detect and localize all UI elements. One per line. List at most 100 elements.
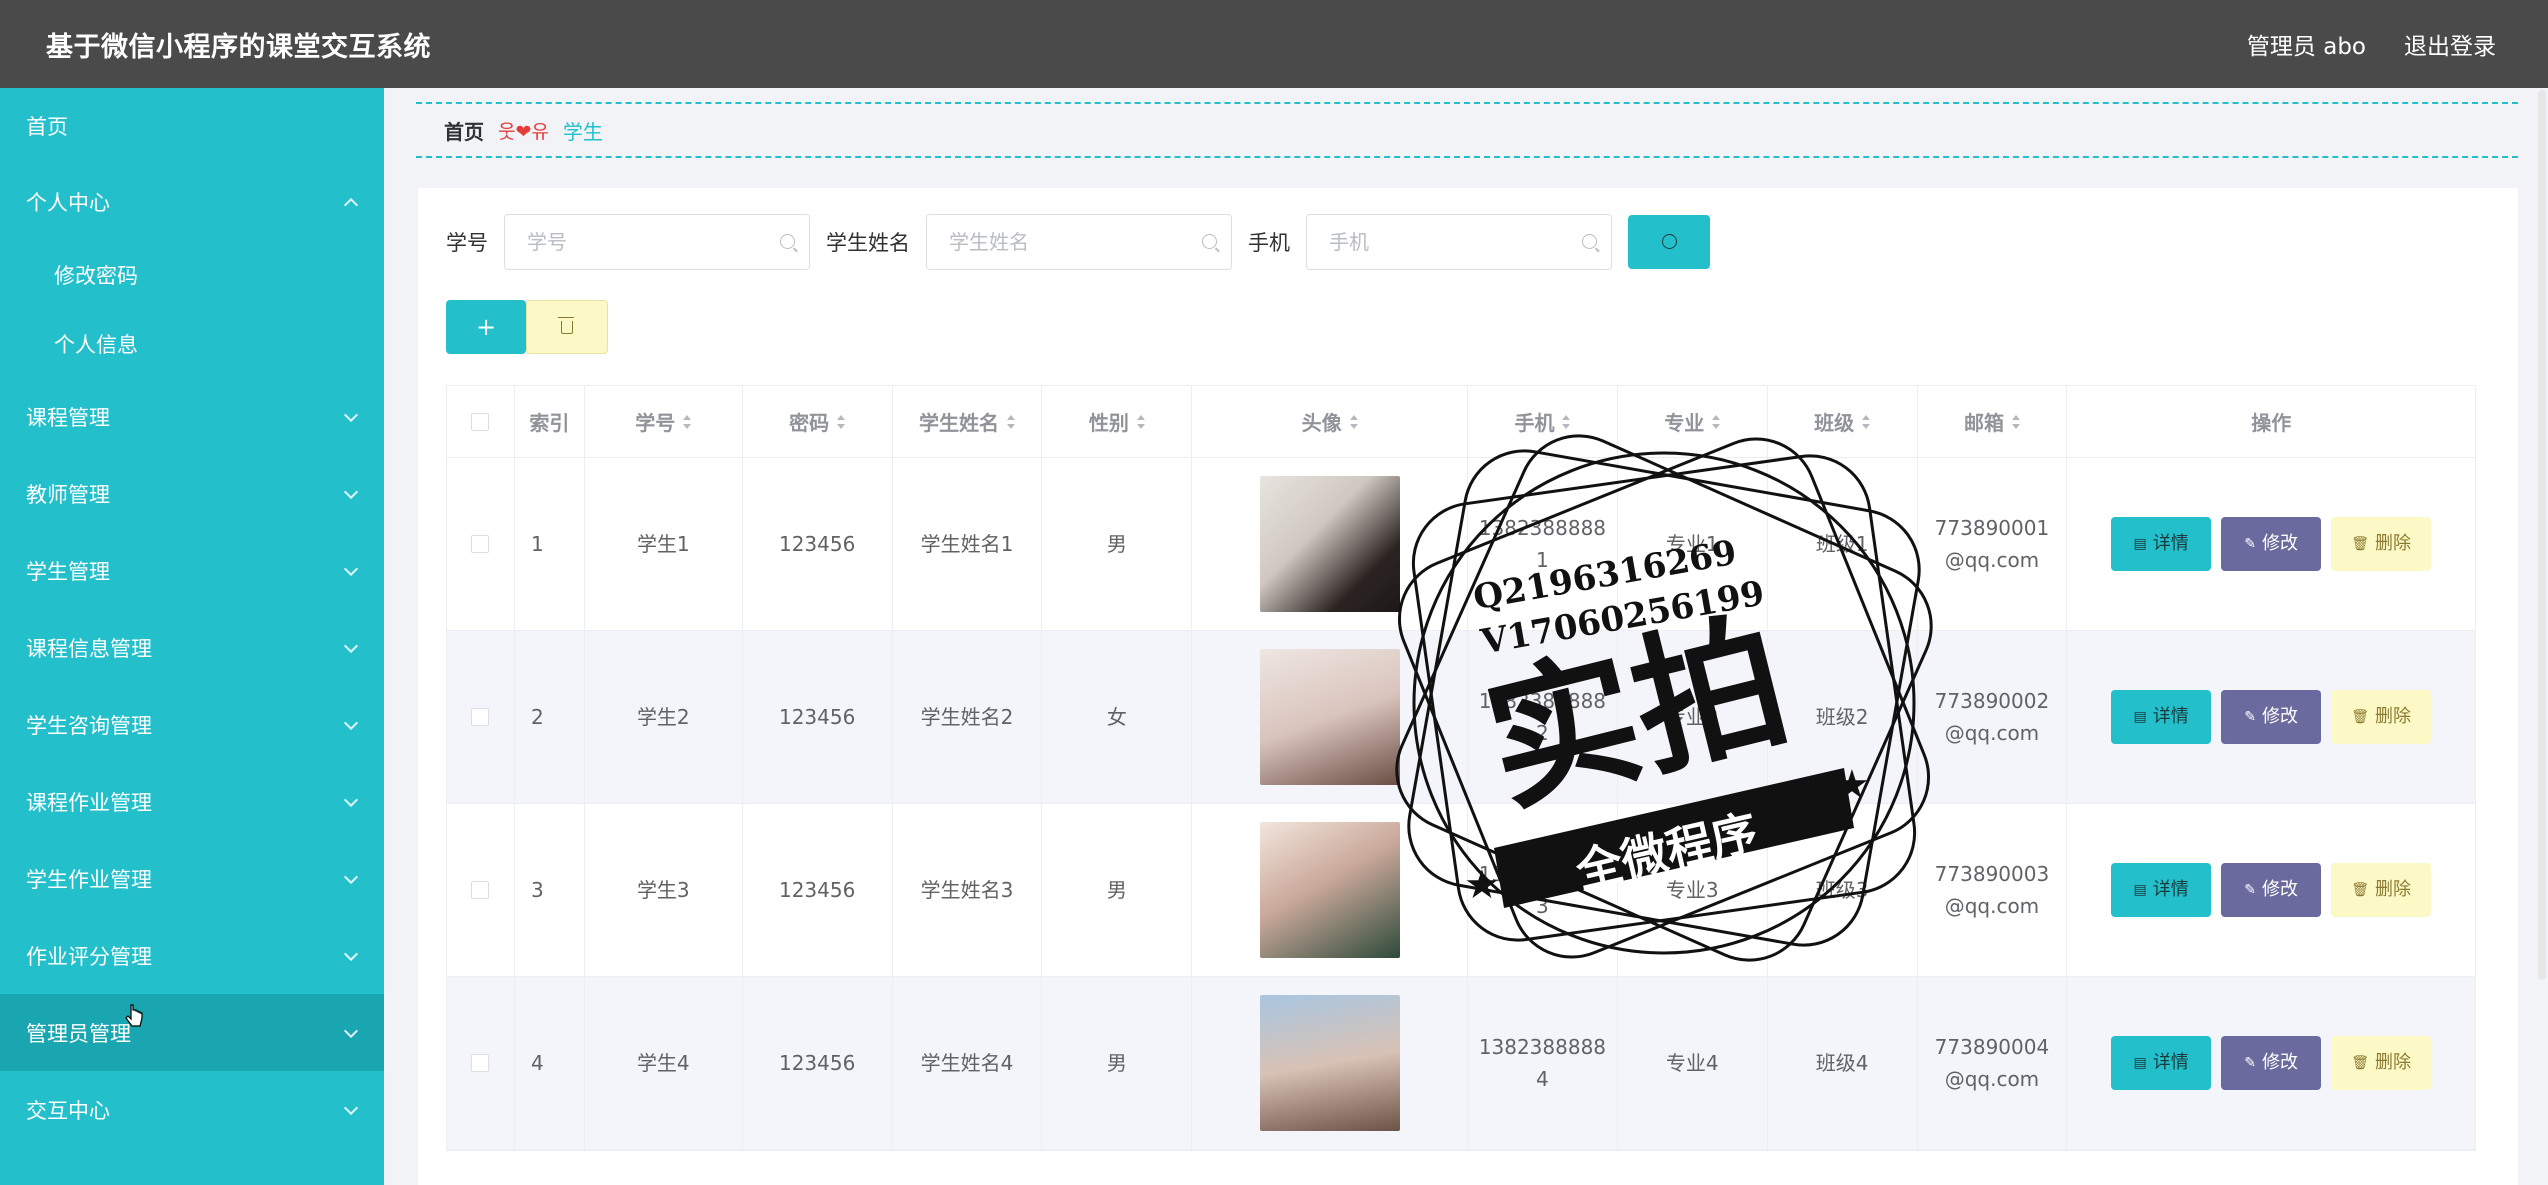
sort-icon[interactable] <box>1007 414 1015 429</box>
mouse-pointer-icon <box>125 1004 143 1027</box>
column-header-student-no[interactable]: 学号 <box>585 386 743 457</box>
sort-icon[interactable] <box>2012 414 2021 429</box>
detail-button[interactable]: ▤ 详情 <box>2111 690 2212 744</box>
sidebar-subitem-personal-info[interactable]: 个人信息 <box>0 309 384 378</box>
column-header-password[interactable]: 密码 <box>743 386 893 457</box>
search-button[interactable] <box>1628 215 1710 269</box>
chevron-down-icon <box>343 407 359 422</box>
current-user[interactable]: 管理员 abo <box>2247 27 2366 61</box>
row-checkbox[interactable] <box>471 1054 490 1072</box>
cell-index: 2 <box>515 631 585 803</box>
action-toolbar: + <box>446 300 608 354</box>
cell-student-no: 学生2 <box>585 631 743 803</box>
delete-button[interactable]: 🗑 删除 <box>2331 690 2432 744</box>
sidebar-item-admin-management[interactable]: 管理员管理 <box>0 994 384 1071</box>
top-bar: 基于微信小程序的课堂交互系统 管理员 abo 退出登录 <box>0 0 2548 88</box>
sidebar-item-interaction-center[interactable]: 交互中心 <box>0 1071 384 1148</box>
sidebar-item-label: 课程作业管理 <box>26 790 152 815</box>
cell-class: 班级2 <box>1768 631 1918 803</box>
detail-button-label: 详情 <box>2152 533 2189 554</box>
column-header-actions: 操作 <box>2067 386 2475 457</box>
sidebar-item-teacher-management[interactable]: 教师管理 <box>0 455 384 532</box>
sort-icon[interactable] <box>1136 414 1145 429</box>
sort-icon[interactable] <box>683 414 692 429</box>
delete-button[interactable]: 🗑 删除 <box>2331 863 2432 917</box>
column-header-label: 学号 <box>635 411 676 435</box>
detail-button[interactable]: ▤ 详情 <box>2111 517 2212 571</box>
cell-phone: 1382388888 3 <box>1468 804 1618 976</box>
chevron-down-icon <box>343 1100 359 1115</box>
sort-icon[interactable] <box>1562 414 1571 429</box>
sidebar-item-course-info-management[interactable]: 课程信息管理 <box>0 609 384 686</box>
edit-button[interactable]: ✎ 修改 <box>2221 517 2322 571</box>
sidebar-item-student-consult-management[interactable]: 学生咨询管理 <box>0 686 384 763</box>
edit-button-label: 修改 <box>2262 879 2299 900</box>
sidebar-item-student-homework-management[interactable]: 学生作业管理 <box>0 840 384 917</box>
cell-email: 773890004 @qq.com <box>1918 977 2068 1149</box>
select-all-checkbox[interactable] <box>471 412 490 431</box>
sort-icon[interactable] <box>1349 414 1358 429</box>
breadcrumb: 首页 웃❤유 学生 <box>416 102 2518 158</box>
sidebar-item-course-management[interactable]: 课程管理 <box>0 378 384 455</box>
column-header-student-name[interactable]: 学生姓名 <box>893 386 1043 457</box>
sidebar-item-label: 课程信息管理 <box>26 636 152 661</box>
sidebar-item-label: 管理员管理 <box>26 1021 131 1046</box>
cell-student-name: 学生姓名1 <box>893 458 1043 630</box>
edit-button[interactable]: ✎ 修改 <box>2221 1036 2322 1090</box>
sidebar-item-personal-center[interactable]: 个人中心 <box>0 163 384 240</box>
avatar[interactable] <box>1259 995 1400 1131</box>
breadcrumb-current: 学生 <box>562 119 603 144</box>
sort-icon[interactable] <box>1712 414 1721 429</box>
sidebar-subitem-change-password[interactable]: 修改密码 <box>0 240 384 309</box>
avatar[interactable] <box>1259 822 1400 958</box>
edit-button[interactable]: ✎ 修改 <box>2221 863 2322 917</box>
cell-avatar <box>1192 631 1468 803</box>
detail-button[interactable]: ▤ 详情 <box>2111 1036 2212 1090</box>
sidebar-item-student-management[interactable]: 学生管理 <box>0 532 384 609</box>
student-no-input[interactable] <box>505 215 809 269</box>
pencil-icon: ✎ <box>2244 536 2257 552</box>
cell-gender: 男 <box>1042 804 1193 976</box>
cell-student-name: 学生姓名3 <box>893 804 1043 976</box>
sidebar-item-homework-grading-management[interactable]: 作业评分管理 <box>0 917 384 994</box>
page-scrollbar[interactable] <box>2538 90 2546 980</box>
sidebar-item-label: 学生管理 <box>26 559 110 584</box>
table-row: 3 学生3 123456 学生姓名3 男 1382388888 3 专业3 班级3 773890… <box>447 804 2475 977</box>
sidebar-item-home[interactable]: 首页 <box>0 88 384 163</box>
cell-password: 123456 <box>743 977 893 1149</box>
add-button[interactable]: + <box>446 300 526 354</box>
cell-index: 3 <box>515 804 585 976</box>
sidebar-item-course-homework-management[interactable]: 课程作业管理 <box>0 763 384 840</box>
breadcrumb-home[interactable]: 首页 <box>444 116 484 145</box>
delete-button[interactable]: 🗑 删除 <box>2331 517 2432 571</box>
column-header-label: 性别 <box>1088 411 1129 435</box>
chevron-down-icon <box>343 869 359 884</box>
column-header-avatar[interactable]: 头像 <box>1192 386 1469 457</box>
column-header-class[interactable]: 班级 <box>1768 386 1918 457</box>
batch-delete-button[interactable] <box>526 300 608 354</box>
column-header-major[interactable]: 专业 <box>1618 386 1768 457</box>
sort-icon[interactable] <box>1862 414 1871 429</box>
student-name-input[interactable] <box>927 215 1231 269</box>
column-header-gender[interactable]: 性别 <box>1042 386 1193 457</box>
edit-button[interactable]: ✎ 修改 <box>2221 690 2322 744</box>
column-header-label: 班级 <box>1814 411 1855 435</box>
column-header-email[interactable]: 邮箱 <box>1918 386 2068 457</box>
avatar[interactable] <box>1259 476 1400 612</box>
detail-button[interactable]: ▤ 详情 <box>2111 863 2212 917</box>
phone-input[interactable] <box>1307 215 1611 269</box>
cell-phone: 1382388888 1 <box>1468 458 1618 630</box>
detail-button-label: 详情 <box>2152 879 2189 900</box>
cell-major: 专业2 <box>1618 631 1768 803</box>
search-form: 学号 学生姓名 手机 <box>446 214 1710 270</box>
row-checkbox[interactable] <box>471 881 490 899</box>
logout-link[interactable]: 退出登录 <box>2404 27 2496 61</box>
avatar[interactable] <box>1259 649 1400 785</box>
row-checkbox[interactable] <box>471 708 490 726</box>
delete-button[interactable]: 🗑 删除 <box>2331 1036 2432 1090</box>
app-title: 基于微信小程序的课堂交互系统 <box>46 31 431 63</box>
row-checkbox[interactable] <box>471 535 490 553</box>
sort-icon[interactable] <box>837 414 846 429</box>
trash-icon: 🗑 <box>2351 536 2370 552</box>
column-header-phone[interactable]: 手机 <box>1468 386 1618 457</box>
